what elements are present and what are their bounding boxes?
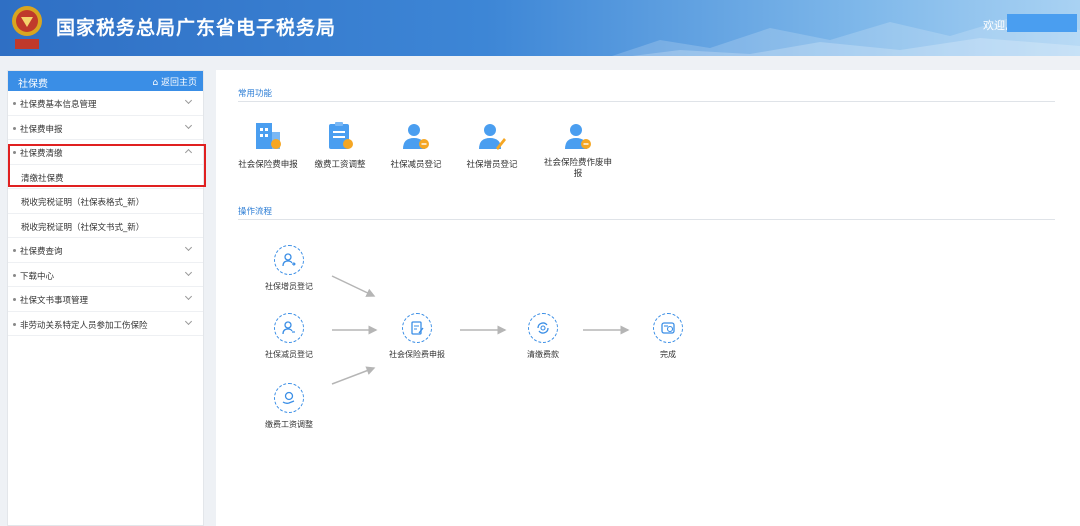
- highlight-box: [8, 144, 206, 187]
- submenu-label: 税收完税证明（社保文书式_新）: [21, 222, 145, 233]
- menu-label: 社保费申报: [20, 124, 63, 135]
- func-label: 缴费工资调整: [314, 160, 366, 170]
- bullet-icon: [13, 126, 16, 130]
- menu-label: 社保费查询: [20, 247, 63, 257]
- menu-documents[interactable]: 社保文书事项管理: [8, 287, 203, 312]
- func-label: 社保增员登记: [466, 160, 518, 170]
- func-insurance-declaration[interactable]: 社会保险费申报: [228, 120, 308, 170]
- flow-step-declare[interactable]: 社会保险费申报: [372, 313, 462, 360]
- chevron-down-icon: [184, 96, 193, 105]
- common-functions-title: 常用功能: [238, 89, 273, 99]
- welcome-text: 欢迎,: [983, 19, 1009, 32]
- flow-title: 操作流程: [238, 207, 273, 217]
- user-edit-icon: [479, 124, 506, 150]
- refresh-coin-icon: [528, 313, 558, 343]
- menu-declaration[interactable]: 社保费申报: [8, 116, 203, 140]
- sidebar: 社保费 ⌂ 返回主页 社保费基本信息管理 社保费申报 社保费清缴 清缴社保费 税…: [7, 70, 206, 526]
- func-label: 社保减员登记: [390, 160, 442, 170]
- section-divider: [238, 101, 1055, 102]
- flow-label: 社保增员登记: [265, 282, 313, 291]
- username-redacted: [1007, 14, 1077, 32]
- menu-label: 社保文书事项管理: [20, 296, 89, 306]
- menu-label: 非劳动关系特定人员参加工伤保险: [20, 320, 148, 331]
- user-remove-icon: [274, 313, 304, 343]
- clipboard-icon: [329, 122, 353, 149]
- func-label: 社会保险费申报: [238, 160, 298, 170]
- menu-basic-info[interactable]: 社保费基本信息管理: [8, 91, 203, 116]
- flow-label: 完成: [660, 350, 676, 359]
- bullet-icon: [13, 322, 16, 326]
- check-certificate-icon: [653, 313, 683, 343]
- user-minus-icon: [403, 124, 429, 149]
- chevron-down-icon: [184, 243, 193, 252]
- func-reduce-registration[interactable]: 社保减员登记: [376, 120, 456, 170]
- func-add-registration[interactable]: 社保增员登记: [452, 120, 532, 170]
- flow-step-wage[interactable]: 缴费工资调整: [244, 383, 334, 430]
- return-home-link[interactable]: ⌂ 返回主页: [152, 75, 197, 88]
- flow-label: 清缴费款: [527, 350, 559, 359]
- bullet-icon: [13, 298, 16, 301]
- menu-label: 社保费基本信息管理: [20, 100, 97, 110]
- bullet-icon: [13, 249, 16, 252]
- user-add-icon: [274, 245, 304, 275]
- menu-injury-insurance[interactable]: 非劳动关系特定人员参加工伤保险: [8, 312, 203, 336]
- building-icon: [256, 123, 281, 149]
- bullet-icon: [13, 273, 16, 277]
- flow-label: 缴费工资调整: [265, 420, 313, 429]
- flow-label: 社会保险费申报: [389, 350, 445, 359]
- bullet-icon: [13, 102, 16, 105]
- chevron-down-icon: [184, 268, 193, 276]
- func-cancel-declaration[interactable]: 社会保险费作废申报: [538, 120, 618, 180]
- menu-download[interactable]: 下载中心: [8, 263, 203, 287]
- sidebar-header: 社保费 ⌂ 返回主页: [8, 71, 203, 91]
- arrow-wage-to-declare: [331, 366, 376, 385]
- func-wage-adjustment[interactable]: 缴费工资调整: [300, 120, 380, 170]
- menu-query[interactable]: 社保费查询: [8, 238, 203, 263]
- flow-step-pay[interactable]: 清缴费款: [498, 313, 588, 360]
- tax-emblem-icon: [12, 6, 42, 49]
- flow-step-reduce[interactable]: 社保减员登记: [244, 313, 334, 360]
- chevron-down-icon: [184, 292, 193, 301]
- site-title: 国家税务总局广东省电子税务局: [56, 17, 337, 39]
- submenu-label: 税收完税证明（社保表格式_新）: [21, 198, 145, 208]
- main-panel: 常用功能 社会保险费申报 缴费工资调整 社保减员登记 社保增员登记 社会保险费作…: [216, 70, 1080, 526]
- chevron-down-icon: [184, 121, 193, 129]
- arrow-add-to-declare: [331, 275, 376, 297]
- user-cancel-icon: [565, 124, 591, 149]
- sidebar-title: 社保费: [18, 79, 48, 90]
- hand-coin-icon: [274, 383, 304, 413]
- document-edit-icon: [402, 313, 432, 343]
- menu-label: 下载中心: [20, 271, 55, 282]
- flow-step-done[interactable]: 完成: [623, 313, 713, 360]
- func-label: 社会保险费作废申报: [543, 158, 612, 179]
- chevron-down-icon: [184, 317, 193, 325]
- section-divider: [238, 219, 1055, 220]
- flow-step-add[interactable]: 社保增员登记: [244, 245, 334, 292]
- submenu-tax-certificate-doc[interactable]: 税收完税证明（社保文书式_新）: [8, 214, 203, 238]
- submenu-tax-certificate-table[interactable]: 税收完税证明（社保表格式_新）: [8, 189, 203, 214]
- flow-label: 社保减员登记: [265, 350, 313, 359]
- top-header: 国家税务总局广东省电子税务局 欢迎,: [0, 0, 1080, 56]
